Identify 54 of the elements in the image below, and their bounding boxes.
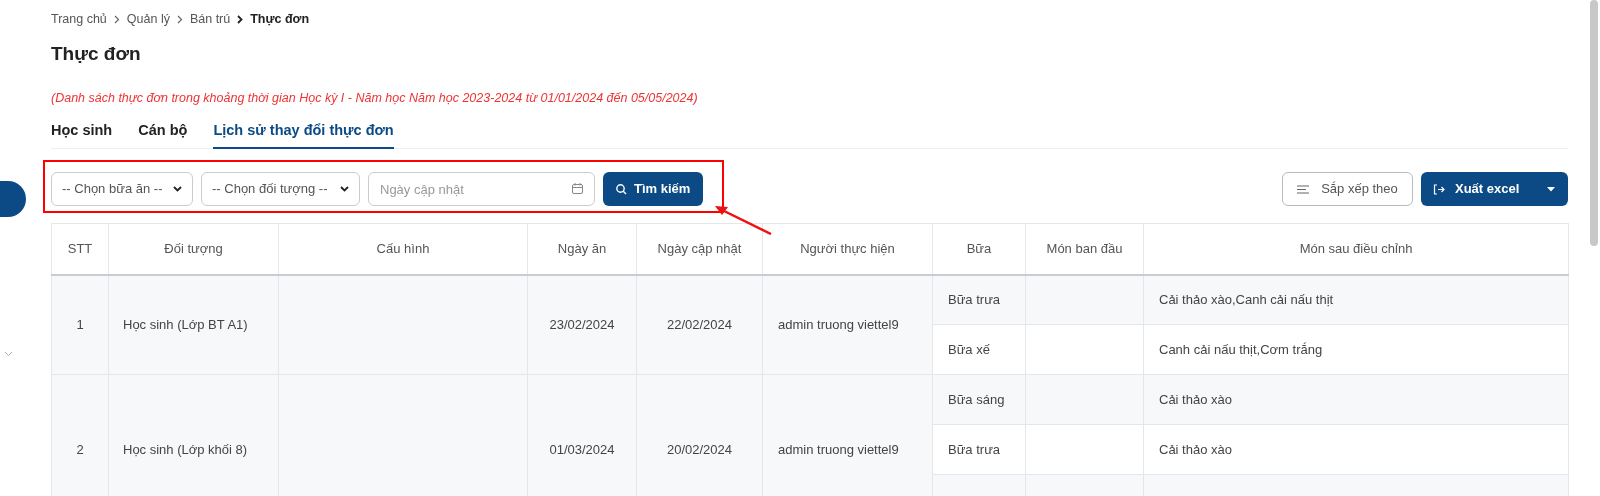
table-cell-text: 23/02/2024 xyxy=(549,317,615,332)
chevron-right-icon xyxy=(176,15,183,24)
tab[interactable]: Học sinh xyxy=(51,116,113,149)
search-button[interactable]: Tìm kiếm xyxy=(603,172,704,206)
annotation-arrow xyxy=(714,203,772,235)
target-select[interactable]: -- Chọn đối tượng -- xyxy=(201,172,360,206)
column-header: STT xyxy=(51,223,109,275)
column-header: Bữa xyxy=(932,223,1026,275)
period-note: (Danh sách thực đơn trong khoảng thời gian Học kỳ I - Năm học Năm học 2023-2024 từ 01/01/2024 đến 05/05/2024) xyxy=(51,90,699,107)
table-cell-text: Cải thảo xào xyxy=(1159,391,1232,407)
chevron-down-icon xyxy=(173,186,182,192)
table-cell-text: Cải thảo xào,Canh cải nấu thịt xyxy=(1159,292,1334,307)
column-header: Cấu hình xyxy=(278,223,528,275)
table-cell-text: Học sinh (Lớp BT A1) xyxy=(123,317,248,332)
table-cell-text: 01/03/2024 xyxy=(549,441,615,457)
export-button[interactable]: Xuất excel xyxy=(1421,172,1568,206)
breadcrumb-link[interactable]: Bán trú xyxy=(189,10,231,29)
table-cell-text: Bữa trưa xyxy=(948,292,1001,307)
breadcrumb-link[interactable]: Quản lý xyxy=(126,10,170,29)
column-header: Ngày cập nhật xyxy=(636,223,763,275)
table-cell-text: Canh cải nấu thịt,Cơm trắng xyxy=(1159,341,1323,357)
breadcrumb-link[interactable]: Trang chủ xyxy=(51,10,107,29)
table-cell-text: 2 xyxy=(76,441,84,457)
sort-icon xyxy=(1297,184,1310,194)
caret-icon xyxy=(1547,186,1555,192)
tab[interactable]: Lịch sử thay đổi thực đơn xyxy=(213,116,394,149)
chevron-right-icon xyxy=(113,15,120,24)
tab[interactable]: Cán bộ xyxy=(138,116,188,149)
scrollbar[interactable] xyxy=(1590,0,1598,246)
table-cell-text: Bữa sáng xyxy=(948,391,1005,407)
chevron-down-icon xyxy=(340,186,349,192)
table-cell-text: Cải thảo xào xyxy=(1159,441,1232,457)
table-cell-text: Học sinh (Lớp khối 8) xyxy=(123,441,248,457)
chevron-right-icon xyxy=(237,15,244,24)
table-cell-text: admin truong viettel9 xyxy=(778,317,899,332)
table-cell-text: Bữa xế xyxy=(948,341,990,357)
table-cell-text: 20/02/2024 xyxy=(666,441,733,457)
column-header: Ngày ăn xyxy=(527,223,637,275)
column-header: Món ban đầu xyxy=(1025,223,1144,275)
table-cell-text: 22/02/2024 xyxy=(666,317,733,332)
table-cell-text: Bữa trưa xyxy=(948,441,1001,457)
column-header: Món sau điều chỉnh xyxy=(1143,223,1569,275)
calendar-icon xyxy=(572,183,583,194)
date-field[interactable]: Ngày cập nhật xyxy=(368,172,595,206)
chevron-down-icon[interactable] xyxy=(4,351,13,357)
search-icon xyxy=(616,183,627,195)
sort-button[interactable]: Sắp xếp theo xyxy=(1282,172,1413,206)
table-cell-text: admin truong viettel9 xyxy=(778,441,899,457)
column-header: Đối tượng xyxy=(108,223,279,275)
page-title: Thực đơn xyxy=(51,42,142,66)
meal-select[interactable]: -- Chọn bữa ăn -- xyxy=(51,172,193,206)
column-header: Người thực hiện xyxy=(762,223,933,275)
table-cell-text: 1 xyxy=(76,317,84,332)
export-icon xyxy=(1433,183,1445,195)
